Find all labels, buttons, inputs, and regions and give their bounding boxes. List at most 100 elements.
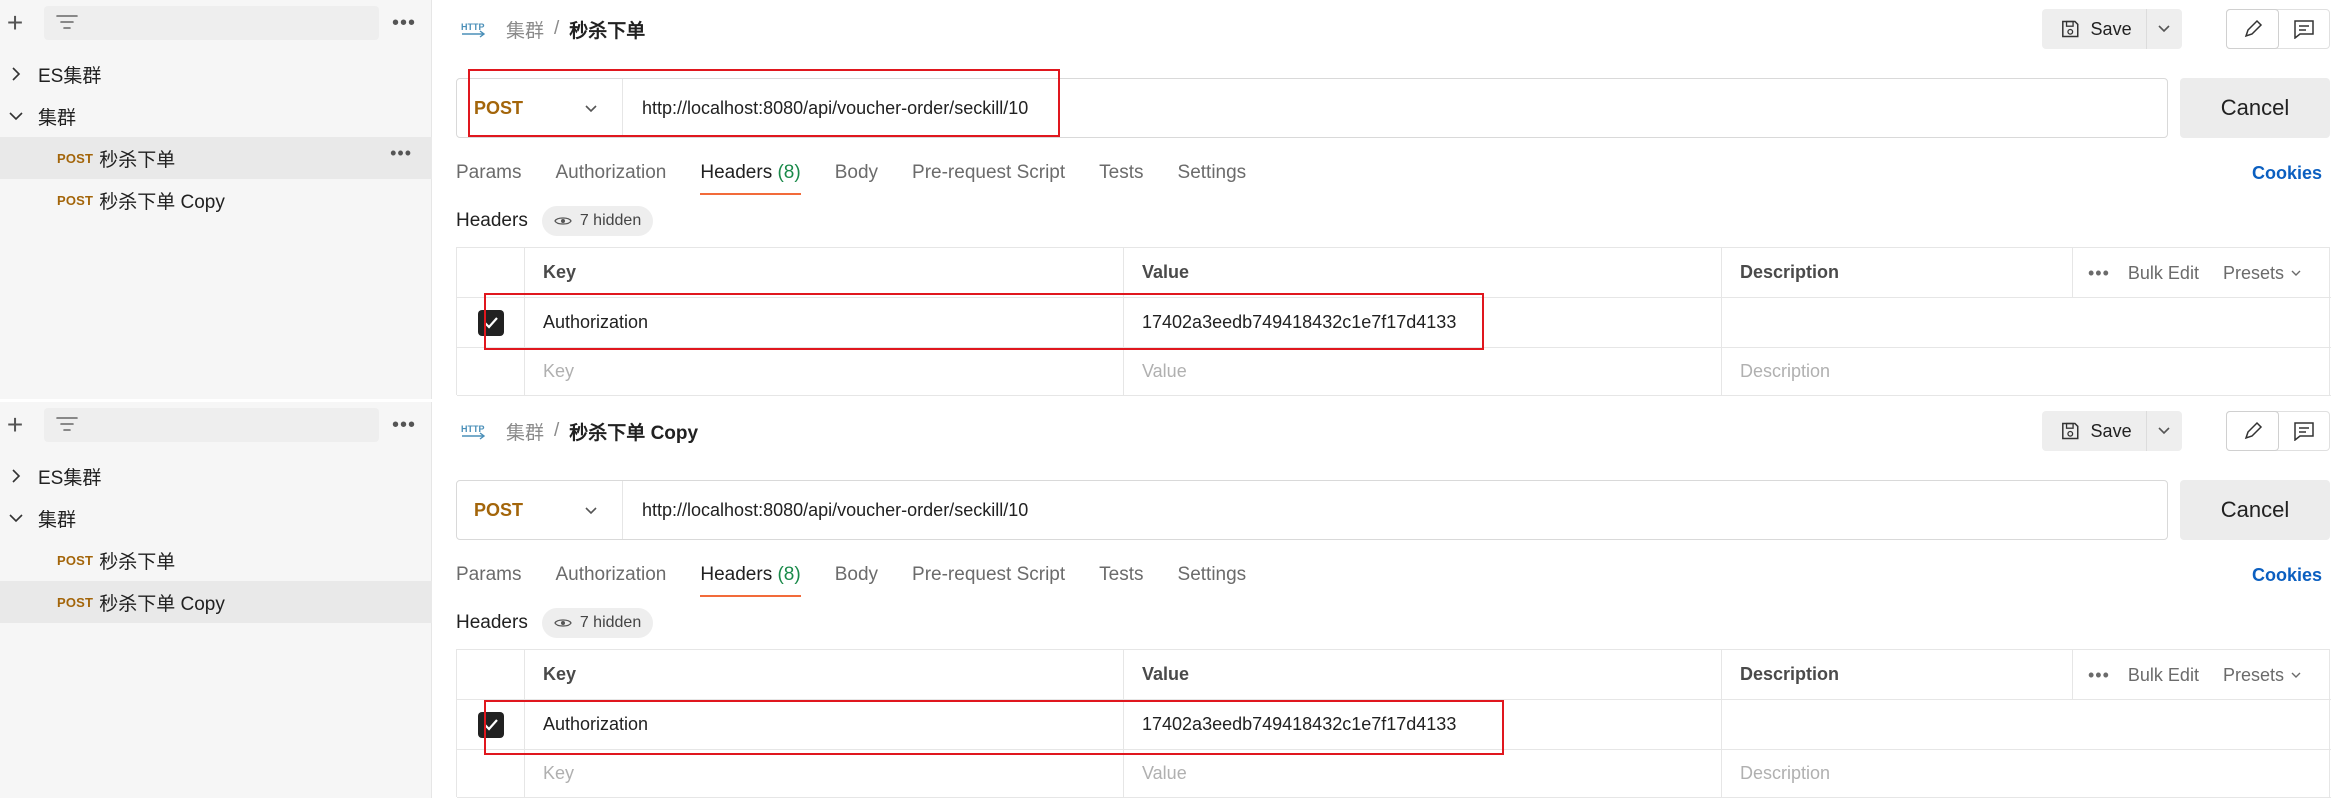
- cookies-link[interactable]: Cookies: [2252, 565, 2322, 586]
- header-enabled-checkbox[interactable]: [477, 711, 504, 738]
- chevron-down-icon[interactable]: [8, 510, 24, 526]
- presets-button[interactable]: Presets: [2223, 263, 2284, 284]
- add-icon[interactable]: +: [4, 408, 26, 442]
- cancel-button[interactable]: Cancel: [2180, 78, 2330, 138]
- url-input[interactable]: http://localhost:8080/api/voucher-order/…: [642, 98, 1028, 119]
- headers-heading: Headers 7 hidden: [456, 607, 654, 639]
- method-value: POST: [474, 499, 524, 520]
- more-icon[interactable]: •••: [2088, 263, 2110, 284]
- comment-icon[interactable]: [2278, 412, 2329, 450]
- breadcrumb-collection[interactable]: 集群: [506, 16, 544, 43]
- header-description[interactable]: [1722, 700, 2331, 749]
- view-mode-toggle: [2226, 411, 2330, 451]
- save-button[interactable]: Save: [2042, 411, 2182, 451]
- method-badge: POST: [57, 150, 94, 166]
- header-value[interactable]: 17402a3eedb749418432c1e7f17d4133: [1124, 298, 1722, 347]
- new-key-input[interactable]: Key: [525, 750, 1124, 797]
- column-value: Value: [1124, 650, 1722, 699]
- tab-tests[interactable]: Tests: [1099, 557, 1143, 597]
- url-bar: POST http://localhost:8080/api/voucher-o…: [456, 78, 2168, 138]
- chevron-down-icon[interactable]: [2147, 426, 2182, 436]
- headers-table: Key Value Description ••• Bulk Edit Pres…: [456, 247, 2331, 396]
- sidebar-item-cluster[interactable]: 集群: [0, 95, 432, 137]
- svg-text:HTTP: HTTP: [461, 424, 485, 434]
- sidebar-item-es-cluster[interactable]: ES集群: [0, 53, 432, 95]
- table-actions: ••• Bulk Edit Presets: [2072, 248, 2302, 298]
- url-input[interactable]: http://localhost:8080/api/voucher-order/…: [642, 500, 1028, 521]
- filter-icon[interactable]: [56, 13, 78, 33]
- header-enabled-checkbox[interactable]: [477, 309, 504, 336]
- tab-body[interactable]: Body: [835, 155, 878, 195]
- svg-text:HTTP: HTTP: [461, 22, 485, 32]
- sidebar-item-cluster[interactable]: 集群: [0, 497, 432, 539]
- headers-table: Key Value Description ••• Bulk Edit Pres…: [456, 649, 2331, 798]
- chevron-down-icon[interactable]: [2290, 269, 2302, 277]
- tab-params[interactable]: Params: [456, 557, 521, 597]
- more-icon[interactable]: •••: [2088, 665, 2110, 686]
- new-key-input[interactable]: Key: [525, 348, 1124, 395]
- add-icon[interactable]: +: [4, 6, 26, 40]
- bulk-edit-button[interactable]: Bulk Edit: [2128, 263, 2199, 284]
- http-icon: HTTP: [461, 424, 486, 440]
- header-description[interactable]: [1722, 298, 2331, 347]
- tab-settings[interactable]: Settings: [1178, 155, 1247, 195]
- tab-tests[interactable]: Tests: [1099, 155, 1143, 195]
- row-more-icon[interactable]: •••: [390, 143, 412, 164]
- presets-button[interactable]: Presets: [2223, 665, 2284, 686]
- table-row: Authorization 17402a3eedb749418432c1e7f1…: [457, 298, 2331, 348]
- new-description-input[interactable]: Description: [1722, 348, 2331, 395]
- sidebar-more-icon[interactable]: •••: [392, 410, 416, 440]
- sidebar-request-item[interactable]: POST 秒杀下单 •••: [0, 137, 432, 179]
- hidden-headers-toggle[interactable]: 7 hidden: [541, 608, 654, 638]
- method-select[interactable]: POST: [457, 481, 623, 539]
- view-mode-toggle: [2226, 9, 2330, 49]
- save-label: Save: [2090, 18, 2132, 39]
- sidebar-request-item[interactable]: POST 秒杀下单 Copy: [0, 581, 432, 623]
- tab-body[interactable]: Body: [835, 557, 878, 597]
- tab-prerequest[interactable]: Pre-request Script: [912, 155, 1065, 195]
- chevron-right-icon[interactable]: [8, 66, 24, 82]
- cookies-link[interactable]: Cookies: [2252, 163, 2322, 184]
- pencil-icon[interactable]: [2227, 412, 2278, 450]
- sidebar-request-item[interactable]: POST 秒杀下单: [0, 539, 432, 581]
- request-name[interactable]: 秒杀下单 Copy: [569, 418, 698, 445]
- tab-prerequest[interactable]: Pre-request Script: [912, 557, 1065, 597]
- request-name[interactable]: 秒杀下单: [569, 16, 645, 43]
- method-badge: POST: [57, 594, 94, 610]
- breadcrumb-collection[interactable]: 集群: [506, 418, 544, 445]
- sidebar-more-icon[interactable]: •••: [392, 8, 416, 38]
- chevron-down-icon[interactable]: [2290, 671, 2302, 679]
- sidebar-search[interactable]: [44, 408, 379, 442]
- chevron-down-icon[interactable]: [2147, 24, 2182, 34]
- new-value-input[interactable]: Value: [1124, 348, 1722, 395]
- tab-headers[interactable]: Headers (8): [700, 155, 802, 195]
- table-header-row: Key Value Description ••• Bulk Edit Pres…: [457, 650, 2331, 700]
- bulk-edit-button[interactable]: Bulk Edit: [2128, 665, 2199, 686]
- tab-settings[interactable]: Settings: [1178, 557, 1247, 597]
- sidebar-item-es-cluster[interactable]: ES集群: [0, 455, 432, 497]
- header-key[interactable]: Authorization: [525, 700, 1124, 749]
- pencil-icon[interactable]: [2227, 10, 2278, 48]
- new-value-input[interactable]: Value: [1124, 750, 1722, 797]
- sidebar-search[interactable]: [44, 6, 379, 40]
- column-key: Key: [525, 650, 1124, 699]
- sidebar-item-label: ES集群: [38, 65, 102, 87]
- sidebar-request-item[interactable]: POST 秒杀下单 Copy: [0, 179, 432, 221]
- hidden-count: 7 hidden: [579, 614, 642, 631]
- cancel-button[interactable]: Cancel: [2180, 480, 2330, 540]
- chevron-down-icon[interactable]: [8, 108, 24, 124]
- method-select[interactable]: POST: [457, 79, 623, 137]
- save-button[interactable]: Save: [2042, 9, 2182, 49]
- headers-heading: Headers 7 hidden: [456, 205, 654, 237]
- comment-icon[interactable]: [2278, 10, 2329, 48]
- hidden-headers-toggle[interactable]: 7 hidden: [541, 206, 654, 236]
- tab-headers[interactable]: Headers (8): [700, 557, 802, 597]
- new-description-input[interactable]: Description: [1722, 750, 2331, 797]
- tab-authorization[interactable]: Authorization: [555, 155, 666, 195]
- header-key[interactable]: Authorization: [525, 298, 1124, 347]
- filter-icon[interactable]: [56, 415, 78, 435]
- header-value[interactable]: 17402a3eedb749418432c1e7f17d4133: [1124, 700, 1722, 749]
- tab-params[interactable]: Params: [456, 155, 521, 195]
- chevron-right-icon[interactable]: [8, 468, 24, 484]
- tab-authorization[interactable]: Authorization: [555, 557, 666, 597]
